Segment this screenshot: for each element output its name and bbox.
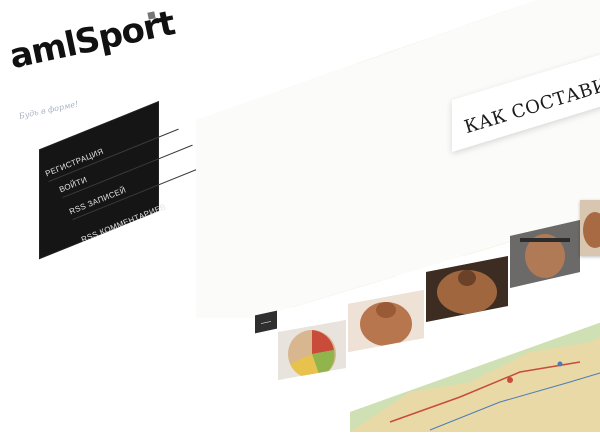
muscle-front-image (348, 290, 424, 352)
page: amlSport Будь в форме! РЕГИСТРАЦИЯ ВОЙТИ… (0, 0, 600, 432)
athlete-image (580, 200, 600, 256)
site-tagline: Будь в форме! (18, 99, 80, 121)
logo-dot-icon (147, 11, 156, 20)
slider-prev-button[interactable]: — (255, 310, 277, 334)
thumbnail-food-wheel[interactable] (278, 320, 346, 380)
thumbnail-muscle-front[interactable] (348, 290, 424, 352)
muscle-back-image (426, 256, 508, 322)
thumbnail-athlete[interactable] (580, 200, 600, 256)
thumbnail-muscle-back[interactable] (426, 256, 508, 322)
food-wheel-image (288, 330, 336, 379)
